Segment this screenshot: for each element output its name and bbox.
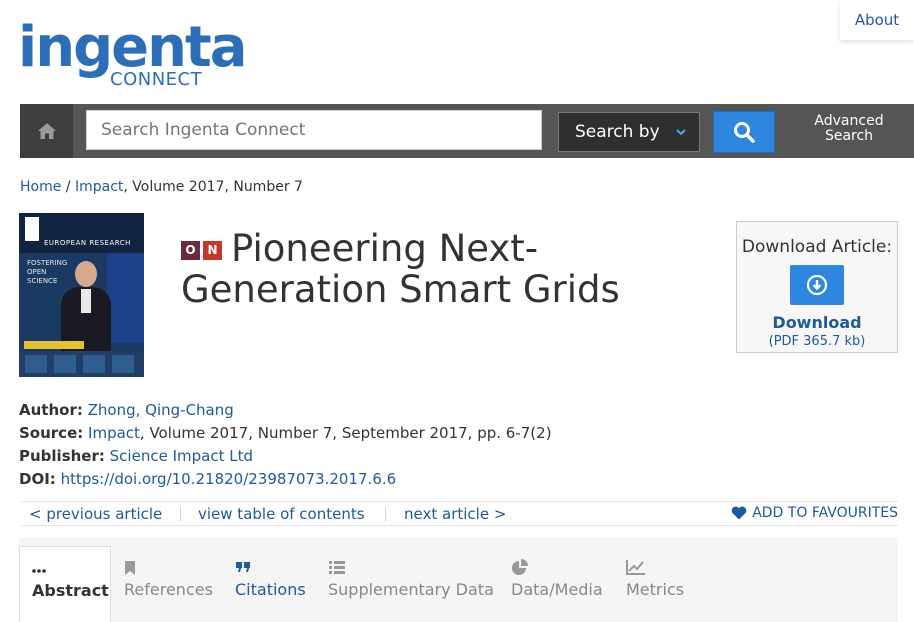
download-heading: Download Article: xyxy=(741,237,893,257)
ingenta-logo[interactable]: ingenta CONNECT xyxy=(18,14,253,94)
download-file-size: (PDF 365.7 kb) xyxy=(768,334,866,349)
list-icon xyxy=(329,561,345,574)
cover-caption: EUROPEAN RESEARCH xyxy=(44,239,131,247)
source-row: Source: Impact, Volume 2017, Number 7, S… xyxy=(19,422,552,445)
source-journal-link[interactable]: Impact xyxy=(88,424,140,442)
nav-divider xyxy=(385,507,386,522)
download-link[interactable]: Download xyxy=(737,313,897,332)
doi-label: DOI: xyxy=(19,470,56,488)
search-by-dropdown[interactable]: Search by xyxy=(558,112,700,152)
breadcrumb-issue: , Volume 2017, Number 7 xyxy=(123,179,303,195)
cover-tile xyxy=(54,355,76,373)
content-tabs: Abstract References Citations Supplement… xyxy=(19,538,898,622)
home-button[interactable] xyxy=(20,104,73,158)
ellipsis-icon xyxy=(32,569,46,573)
advanced-search-link[interactable]: Advanced Search xyxy=(800,114,898,144)
line-chart-icon xyxy=(626,560,645,575)
journal-cover-image[interactable]: EUROPEAN RESEARCH FOSTERING OPEN SCIENCE xyxy=(19,213,144,377)
add-to-favourites-button[interactable]: ADD TO FAVOURITES xyxy=(731,505,898,521)
logo-subtitle: CONNECT xyxy=(110,69,203,90)
advanced-search-line2: Search xyxy=(824,128,874,144)
source-label: Source: xyxy=(19,424,84,442)
cover-tile xyxy=(83,355,105,373)
tab-abstract[interactable]: Abstract xyxy=(19,546,111,622)
article-title: Pioneering Next-Generation Smart Grids xyxy=(181,227,620,311)
author-row: Author: Zhong, Qing-Chang xyxy=(19,399,552,422)
logo-wordmark: ingenta xyxy=(18,15,248,80)
search-bar: Search by Advanced Search xyxy=(20,104,914,158)
cover-yellow-bar xyxy=(24,341,84,349)
doi-link[interactable]: https://doi.org/10.21820/23987073.2017.6… xyxy=(61,470,397,488)
next-article-link[interactable]: next article > xyxy=(404,505,506,523)
download-button[interactable] xyxy=(790,265,844,305)
publisher-link[interactable]: Science Impact Ltd xyxy=(110,447,253,465)
heart-icon xyxy=(731,506,747,520)
tab-label: Data/Media xyxy=(511,580,603,599)
tab-label: References xyxy=(124,580,213,599)
tab-citations[interactable]: Citations xyxy=(235,546,306,622)
cover-logo-mark xyxy=(25,217,39,241)
search-input[interactable] xyxy=(86,110,542,150)
quote-icon xyxy=(236,562,250,572)
about-link[interactable]: About xyxy=(840,0,914,40)
favourites-label: ADD TO FAVOURITES xyxy=(752,505,898,521)
bookmark-icon xyxy=(125,561,135,575)
tab-label: Metrics xyxy=(626,580,685,599)
advanced-search-line1: Advanced xyxy=(814,113,884,129)
tab-label: Supplementary Data xyxy=(328,580,494,599)
chevron-down-icon xyxy=(676,129,686,136)
tab-label: Citations xyxy=(235,580,306,599)
author-link[interactable]: Zhong, Qing-Chang xyxy=(88,401,234,419)
breadcrumb-separator: / xyxy=(61,179,75,195)
pie-chart-icon xyxy=(512,559,528,575)
search-button[interactable] xyxy=(713,111,775,153)
tab-data-media[interactable]: Data/Media xyxy=(511,546,603,622)
article-navigation: < previous article view table of content… xyxy=(19,501,898,526)
tab-references[interactable]: References xyxy=(124,546,213,622)
nav-divider xyxy=(180,507,181,522)
table-of-contents-link[interactable]: view table of contents xyxy=(198,505,365,523)
previous-article-link[interactable]: < previous article xyxy=(29,505,162,523)
breadcrumb-home[interactable]: Home xyxy=(20,179,61,195)
breadcrumb-journal[interactable]: Impact xyxy=(75,179,123,195)
tab-metrics[interactable]: Metrics xyxy=(626,546,684,622)
source-details: , Volume 2017, Number 7, September 2017,… xyxy=(139,424,552,442)
download-circle-icon xyxy=(806,274,828,296)
author-label: Author: xyxy=(19,401,83,419)
cover-flag xyxy=(107,253,144,343)
breadcrumb: Home / Impact, Volume 2017, Number 7 xyxy=(20,179,303,195)
publisher-label: Publisher: xyxy=(19,447,105,465)
search-icon xyxy=(734,122,755,143)
download-article-box: Download Article: Download (PDF 365.7 kb… xyxy=(736,221,898,353)
home-icon xyxy=(37,123,56,139)
publisher-row: Publisher: Science Impact Ltd xyxy=(19,445,552,468)
cover-tile xyxy=(112,355,134,373)
cover-tile xyxy=(25,355,47,373)
tab-supplementary-data[interactable]: Supplementary Data xyxy=(328,546,494,622)
article-metadata: Author: Zhong, Qing-Chang Source: Impact… xyxy=(19,399,552,491)
search-by-label: Search by xyxy=(575,122,660,142)
tab-label: Abstract xyxy=(32,581,109,600)
doi-row: DOI: https://doi.org/10.21820/23987073.2… xyxy=(19,468,552,491)
